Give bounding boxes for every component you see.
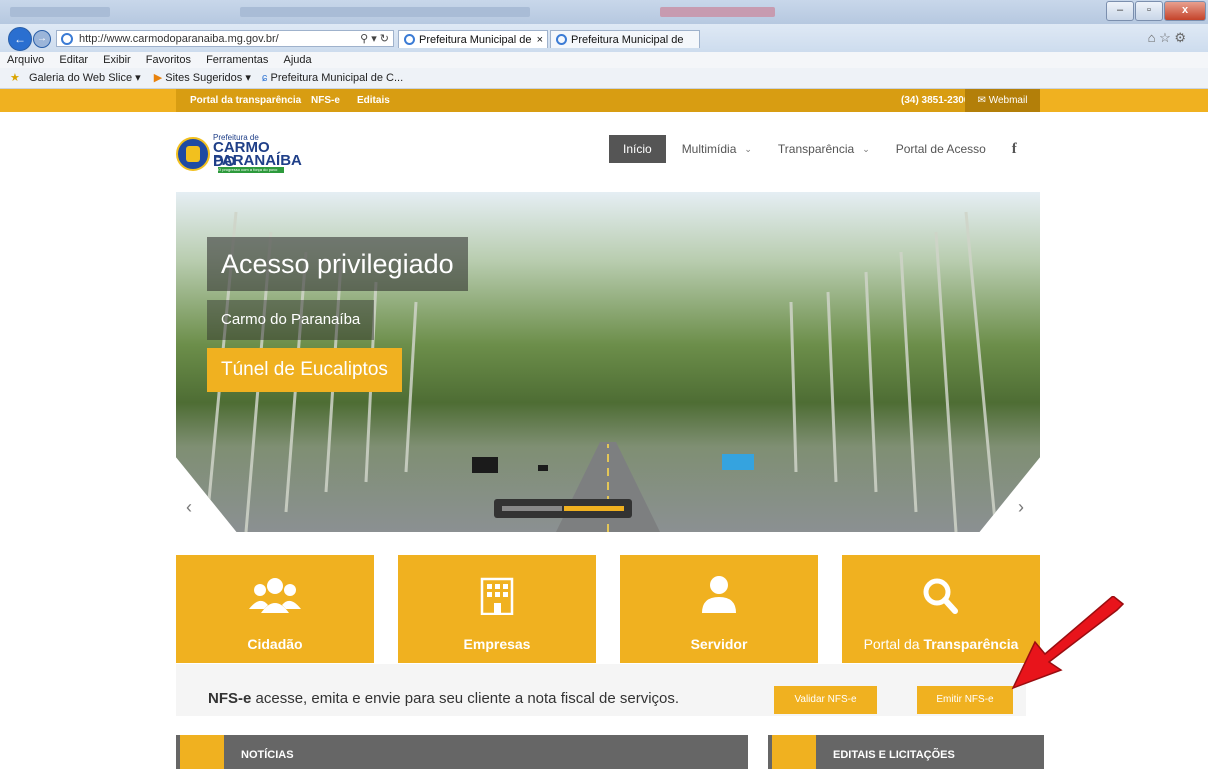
nfse-description: NFS-e acesse, emita e envie para seu cli… — [208, 690, 679, 707]
ie-page-icon — [61, 33, 73, 45]
slider-pager[interactable] — [494, 499, 632, 518]
menu-favoritos[interactable]: Favoritos — [146, 54, 191, 66]
logo-tagline: O progresso com a força do povo — [218, 167, 284, 173]
mail-icon: ✉ — [977, 95, 989, 106]
nav-transparencia[interactable]: Transparência ⌄ — [778, 142, 870, 156]
link-editais[interactable]: Editais — [357, 89, 390, 112]
nav-multimidia-label: Multimídia — [681, 142, 737, 156]
main-nav: Início Multimídia ⌄ Transparência ⌄ Portal… — [609, 135, 1017, 163]
validar-nfse-button[interactable]: Validar NFS-e — [774, 686, 877, 714]
user-icon — [702, 576, 736, 613]
link-nfse[interactable]: NFS-e — [311, 89, 340, 112]
maximize-button[interactable]: ▫ — [1135, 1, 1163, 21]
nav-inicio[interactable]: Início — [609, 135, 666, 163]
ie-tab-icon — [404, 34, 415, 45]
site-logo[interactable]: Prefeitura de CARMO DO PARANAÍBA O progr… — [176, 133, 302, 175]
menu-ferramentas[interactable]: Ferramentas — [206, 54, 268, 66]
nfse-text: acesse, emita e envie para seu cliente a… — [251, 690, 680, 707]
section-noticias: NOTÍCIAS — [176, 735, 748, 769]
webmail-button[interactable]: ✉ Webmail — [965, 89, 1040, 112]
sites-icon: ▶ — [153, 72, 163, 84]
fav-sites-sugeridos[interactable]: Sites Sugeridos ▾ — [165, 72, 251, 84]
slider-prev-arrow-icon[interactable]: ‹ — [186, 497, 192, 518]
building-icon — [480, 577, 514, 615]
section-noticias-title: NOTÍCIAS — [241, 749, 294, 761]
nav-transparencia-label: Transparência — [777, 142, 855, 156]
tab-inactive[interactable]: Prefeitura Municipal de Carmo... — [550, 30, 700, 64]
forward-button[interactable]: → — [33, 30, 51, 48]
section-editais-title: EDITAIS E LICITAÇÕES — [833, 749, 955, 761]
slide-tag[interactable]: Túnel de Eucaliptos — [207, 348, 402, 392]
tile-servidor[interactable]: Servidor — [620, 555, 818, 663]
tab-active[interactable]: Prefeitura Municipal de Car... × — [398, 30, 548, 64]
address-bar[interactable]: http://www.carmodoparanaiba.mg.gov.br/ ⚲… — [56, 30, 394, 47]
minimize-button[interactable]: – — [1106, 1, 1134, 21]
phone-number: (34) 3851-2300 — [901, 95, 970, 106]
tile-portal-label-prefix: Portal da — [863, 636, 924, 652]
tile-empresas[interactable]: Empresas — [398, 555, 596, 663]
search-refresh-icons[interactable]: ⚲ ▾ ↻ — [360, 31, 389, 48]
section-editais: EDITAIS E LICITAÇÕES — [768, 735, 1044, 769]
browser-titlebar — [0, 0, 1208, 24]
ie-tab-icon — [556, 34, 567, 45]
tile-empresas-label: Empresas — [463, 636, 531, 652]
nav-multimidia[interactable]: Multimídia ⌄ — [682, 142, 752, 156]
tile-cidadao[interactable]: Cidadão — [176, 555, 374, 663]
window-controls: – ▫ x — [1106, 1, 1206, 21]
site-topbar: Portal da transparência NFS-e Editais (3… — [0, 89, 1208, 112]
chevron-down-icon: ⌄ — [862, 143, 870, 154]
copy-icon — [180, 735, 224, 769]
nfse-strong: NFS-e — [208, 690, 252, 707]
slide-subtitle: Carmo do Paranaíba — [207, 300, 375, 340]
link-portal-transparencia[interactable]: Portal da transparência — [190, 89, 301, 112]
emitir-nfse-button[interactable]: Emitir NFS-e — [917, 686, 1013, 714]
users-icon — [249, 578, 301, 613]
home-star-icons[interactable]: ⌂ ☆ ⚙ — [1148, 30, 1186, 46]
slider-next-arrow-icon[interactable]: › — [1018, 497, 1024, 518]
chevron-down-icon: ⌄ — [744, 143, 752, 154]
menu-arquivo[interactable]: Arquivo — [7, 54, 44, 66]
titlebar-tab-group — [660, 7, 775, 17]
tile-servidor-label: Servidor — [690, 636, 748, 652]
fav-prefeitura[interactable]: Prefeitura Municipal de C... — [270, 72, 403, 84]
favorites-star-icon[interactable]: ★ — [10, 72, 20, 84]
copy-icon — [772, 735, 816, 769]
slide-title: Acesso privilegiado — [207, 237, 468, 291]
webmail-label: Webmail — [988, 95, 1028, 106]
address-url: http://www.carmodoparanaiba.mg.gov.br/ — [79, 33, 279, 45]
pager-dot-1[interactable] — [502, 506, 562, 511]
menu-editar[interactable]: Editar — [59, 54, 88, 66]
favorites-bar: ★ Galeria do Web Slice ▾ ▶ Sites Sugerid… — [0, 68, 1208, 89]
facebook-icon[interactable]: f — [1012, 141, 1017, 158]
nav-portal-acesso[interactable]: Portal de Acesso — [896, 142, 986, 156]
tab-close-icon[interactable]: × — [537, 31, 543, 49]
logo-line2: PARANAÍBA — [213, 152, 302, 169]
tile-cidadao-label: Cidadão — [247, 636, 303, 652]
menu-exibir[interactable]: Exibir — [103, 54, 131, 66]
menu-bar: Arquivo Editar Exibir Favoritos Ferramen… — [0, 52, 1208, 68]
close-window-button[interactable]: x — [1164, 1, 1206, 21]
pager-dot-2-active[interactable] — [564, 506, 624, 511]
logo-emblem-icon — [176, 137, 210, 171]
titlebar-caption — [240, 7, 530, 17]
titlebar-quick-access — [10, 7, 110, 17]
prefeitura-fav-icon: ɕ — [261, 72, 268, 84]
fav-web-slice[interactable]: Galeria do Web Slice ▾ — [29, 72, 141, 84]
red-arrow-annotation-icon — [1011, 596, 1125, 690]
menu-ajuda[interactable]: Ajuda — [283, 54, 311, 66]
back-button[interactable]: ← — [8, 27, 32, 51]
